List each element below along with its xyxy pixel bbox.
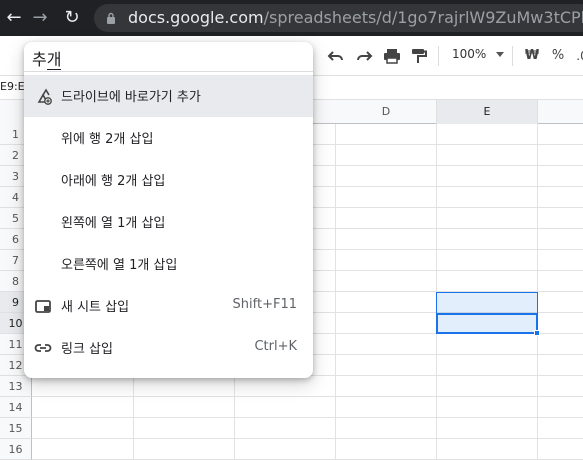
menu-item-shortcut: Shift+F11 <box>232 297 297 312</box>
active-cell[interactable] <box>436 313 538 334</box>
decrease-decimal-button[interactable]: .0 <box>572 46 583 66</box>
zoom-select[interactable]: 100% <box>452 47 486 61</box>
menu-search-query: 추개 <box>32 46 62 70</box>
url-host: docs.google.com <box>128 8 264 27</box>
menu-search-input[interactable]: 추개 <box>24 42 313 72</box>
row-header[interactable]: 15 <box>0 418 32 439</box>
print-icon[interactable] <box>382 46 402 66</box>
new-sheet-icon <box>35 300 51 313</box>
search-menu: 추개 드라이브에 바로가기 추가위에 행 2개 삽입아래에 행 2개 삽입왼쪽에… <box>24 42 313 378</box>
row-gridline <box>32 438 583 439</box>
browser-toolbar: ← → ↻ docs.google.com/spreadsheets/d/1go… <box>0 0 583 36</box>
menu-item-label: 왼쪽에 열 1개 삽입 <box>61 216 166 231</box>
menu-item[interactable]: 오른쪽에 열 1개 삽입 <box>24 243 313 285</box>
search-query-text: 추 <box>32 50 47 69</box>
row-header[interactable]: 14 <box>0 397 32 418</box>
url-text: docs.google.com/spreadsheets/d/1go7rajrl… <box>128 8 583 28</box>
currency-format-button[interactable]: ₩ <box>522 46 542 66</box>
url-path: /spreadsheets/d/1go7rajrlW9ZuMw3tCPl0Rlx… <box>263 8 583 27</box>
menu-item-label: 드라이브에 바로가기 추가 <box>61 90 201 105</box>
percent-format-button[interactable]: % <box>548 46 568 66</box>
fill-handle[interactable] <box>534 330 540 336</box>
toolbar-divider <box>512 46 513 66</box>
back-arrow-icon[interactable]: ← <box>2 6 26 30</box>
link-icon <box>34 344 52 352</box>
row-header[interactable]: 13 <box>0 376 32 397</box>
menu-item[interactable]: 왼쪽에 열 1개 삽입 <box>24 201 313 243</box>
menu-item[interactable]: 드라이브에 바로가기 추가 <box>24 75 313 117</box>
paint-format-icon[interactable] <box>408 46 428 66</box>
menu-item-shortcut: Ctrl+K <box>254 339 297 354</box>
menu-item[interactable]: 위에 행 2개 삽입 <box>24 117 313 159</box>
menu-item-label: 아래에 행 2개 삽입 <box>61 174 166 189</box>
column-gridline <box>335 124 336 460</box>
row-gridline <box>32 417 583 418</box>
menu-item[interactable]: 아래에 행 2개 삽입 <box>24 159 313 201</box>
lock-icon <box>107 12 115 24</box>
forward-arrow-icon[interactable]: → <box>28 6 52 30</box>
menu-item-label: 링크 삽입 <box>61 342 113 357</box>
column-header[interactable]: D <box>336 100 437 124</box>
undo-icon[interactable] <box>326 46 346 66</box>
address-bar[interactable]: docs.google.com/spreadsheets/d/1go7rajrl… <box>94 4 583 32</box>
menu-item-label: 위에 행 2개 삽입 <box>61 132 154 147</box>
screen: ← → ↻ docs.google.com/spreadsheets/d/1go… <box>0 0 583 460</box>
row-gridline <box>32 396 583 397</box>
row-header[interactable]: 16 <box>0 439 32 460</box>
menu-item-label: 오른쪽에 열 1개 삽입 <box>61 258 178 273</box>
column-header[interactable]: E <box>437 100 538 124</box>
menu-item-label: 새 시트 삽입 <box>61 300 130 315</box>
search-query-composing: 개 <box>46 50 62 70</box>
add-drive-shortcut-icon <box>37 88 52 105</box>
reload-icon[interactable]: ↻ <box>60 6 84 30</box>
redo-icon[interactable] <box>354 46 374 66</box>
toolbar-divider <box>438 46 439 66</box>
menu-item[interactable]: 새 시트 삽입 Shift+F11 <box>24 285 313 327</box>
chevron-down-icon[interactable] <box>496 52 504 57</box>
menu-item[interactable]: 링크 삽입 Ctrl+K <box>24 327 313 369</box>
